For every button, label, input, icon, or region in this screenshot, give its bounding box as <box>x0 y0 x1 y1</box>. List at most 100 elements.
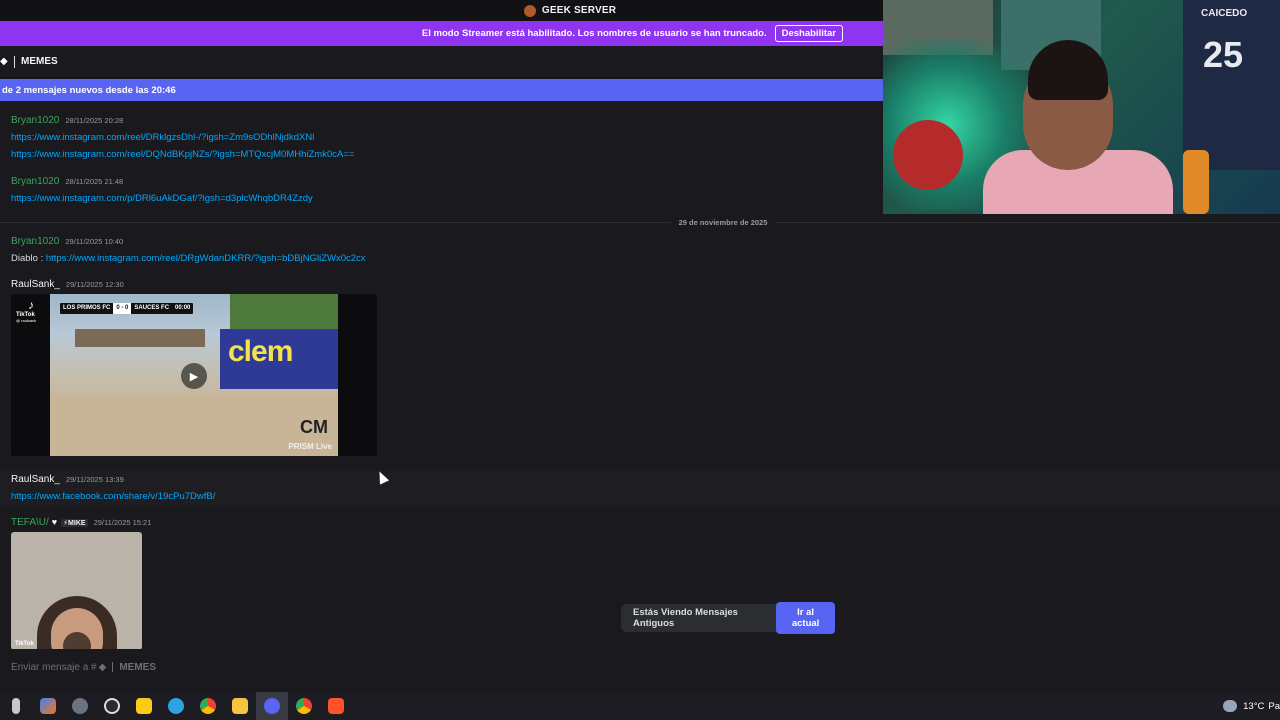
drink-bottle <box>1183 150 1209 214</box>
composer-channel: MEMES <box>119 661 156 673</box>
message-text: Diablo : <box>11 253 44 264</box>
server-name: GEEK SERVER <box>541 5 617 16</box>
taskbar-app-chrome-2[interactable] <box>288 692 320 720</box>
taskbar-app-discord[interactable] <box>256 692 288 720</box>
telegram-icon <box>168 698 184 714</box>
channel-icon: ◆ <box>98 661 107 673</box>
message-author[interactable]: RaulSank_ <box>11 474 60 485</box>
team-away: SAUCES FC <box>134 305 170 311</box>
jersey-number: 25 <box>1203 34 1244 75</box>
webcam-overlay: CAICEDO 25 <box>883 0 1280 214</box>
play-icon[interactable]: ▶ <box>181 363 207 389</box>
message-author[interactable]: Bryan1020 <box>11 236 59 247</box>
channel-header: ◆ MEMES <box>0 46 883 78</box>
user-badge: ⚡MIKE <box>61 519 88 527</box>
viewing-old-messages-text: Estás Viendo Mensajes Antiguos <box>633 607 738 629</box>
message-author[interactable]: Bryan1020 <box>11 115 59 126</box>
video-embed[interactable]: ♪ TikTok @ raulsank clem LOS PRIMOS FC 0… <box>11 294 377 456</box>
team-home: LOS PRIMOS FC <box>63 305 111 311</box>
tiktok-handle: @ raulsank <box>16 318 37 323</box>
message-timestamp: 29/11/2025 10:40 <box>65 237 124 246</box>
video-frame[interactable]: clem LOS PRIMOS FC 0 - 0 SAUCES FC 00:00… <box>50 294 338 456</box>
message-timestamp: 29/11/2025 13:39 <box>65 475 124 484</box>
video-embed[interactable]: TikTok <box>11 532 142 649</box>
message-link[interactable]: https://www.instagram.com/reel/DRgWdanDK… <box>46 253 366 264</box>
jersey-on-wall: CAICEDO 25 <box>1183 0 1280 170</box>
composer-divider <box>112 662 114 672</box>
jump-to-present-button[interactable]: Ir al actual <box>776 602 835 634</box>
streamer-mode-banner: El modo Streamer está habilitado. Los no… <box>0 21 883 46</box>
message: RaulSank_ 29/11/2025 12:30 <box>11 279 124 293</box>
match-clock: 00:00 <box>175 305 191 311</box>
message-author[interactable]: TEFA\U/ <box>11 517 49 528</box>
message: Bryan1020 28/11/2025 21:48 https://www.i… <box>11 176 313 207</box>
tiktok-icon: ♪ <box>28 298 34 312</box>
message: TEFA\U/ ♥ ⚡MIKE 29/11/2025 15:21 <box>11 517 151 531</box>
date-divider-label: 29 de noviembre de 2025 <box>670 217 776 227</box>
date-divider: 29 de noviembre de 2025 <box>0 215 1280 229</box>
streamer-mode-message: El modo Streamer está habilitado. Los no… <box>421 28 767 39</box>
channel-icon: ◆ <box>0 55 8 67</box>
taskbar-app-obs[interactable] <box>96 692 128 720</box>
score: 0 - 0 <box>113 303 132 314</box>
chrome-icon <box>296 698 312 714</box>
jump-to-present-bar: Estás Viendo Mensajes Antiguos Ir al act… <box>621 602 835 634</box>
prism-watermark: PRISM Live <box>288 442 332 451</box>
message-author[interactable]: RaulSank_ <box>11 279 60 290</box>
message-timestamp: 29/11/2025 15:21 <box>93 518 152 527</box>
wall-banner: clem <box>220 329 338 389</box>
obs-icon <box>104 698 120 714</box>
channel-name: MEMES <box>21 56 58 67</box>
taskbar-app-chrome[interactable] <box>192 692 224 720</box>
message: Bryan1020 28/11/2025 20:28 https://www.i… <box>11 115 354 163</box>
composer-placeholder: Enviar mensaje a # <box>11 661 97 673</box>
message-link[interactable]: https://www.instagram.com/reel/DRklgzsDh… <box>11 129 354 146</box>
folder-icon <box>232 698 248 714</box>
new-messages-text: de 2 mensajes nuevos desde las 20:46 <box>2 84 176 96</box>
message-timestamp: 28/11/2025 21:48 <box>65 177 124 186</box>
weather-summary: Pa <box>1268 700 1280 712</box>
taskbar-app-settings[interactable] <box>64 692 96 720</box>
weather-temp: 13°C <box>1243 700 1265 712</box>
trees <box>230 294 338 329</box>
taskbar-app-copilot[interactable] <box>32 692 64 720</box>
message-link[interactable]: https://www.instagram.com/reel/DQNdBKpjN… <box>11 146 354 163</box>
heart-icon: ♥ <box>51 517 58 527</box>
message-author[interactable]: Bryan1020 <box>11 176 59 187</box>
start-button[interactable] <box>0 692 32 720</box>
message-content: Diablo : https://www.instagram.com/reel/… <box>11 250 366 267</box>
kiosk-roof <box>75 329 205 347</box>
weather-widget[interactable]: 13°C Pa <box>1223 692 1280 720</box>
brave-icon <box>328 698 344 714</box>
message-composer[interactable]: Enviar mensaje a # ◆ MEMES <box>0 652 1280 682</box>
tiktok-badge: ♪ TikTok @ raulsank <box>16 298 46 323</box>
header-divider <box>14 55 15 68</box>
taskbar-app-notes[interactable] <box>128 692 160 720</box>
disable-streamer-button[interactable]: Deshabilitar <box>774 25 843 42</box>
taskbar-app-explorer[interactable] <box>224 692 256 720</box>
tiktok-label: TikTok <box>15 641 34 647</box>
banner-text: clem <box>228 335 293 368</box>
message-timestamp: 29/11/2025 12:30 <box>65 280 124 289</box>
chrome-icon <box>200 698 216 714</box>
taskbar: 13°C Pa <box>0 692 1280 720</box>
start-icon <box>12 698 20 714</box>
message-link[interactable]: https://www.instagram.com/p/DRl6uAkDGaf/… <box>11 190 313 207</box>
new-messages-bar[interactable]: de 2 mensajes nuevos desde las 20:46 <box>0 79 883 101</box>
server-icon <box>523 4 536 17</box>
taskbar-app-telegram[interactable] <box>160 692 192 720</box>
taskbar-app-brave[interactable] <box>320 692 352 720</box>
spiderman-figure <box>893 120 963 190</box>
weather-icon <box>1223 700 1238 712</box>
cm-logo: CM <box>300 417 328 437</box>
message: RaulSank_ 29/11/2025 13:39 https://www.f… <box>11 474 215 505</box>
message: Bryan1020 29/11/2025 10:40 Diablo : http… <box>11 236 366 267</box>
settings-icon <box>72 698 88 714</box>
copilot-icon <box>40 698 56 714</box>
message-link[interactable]: https://www.facebook.com/share/v/19cPu7D… <box>11 488 215 505</box>
jersey-name: CAICEDO <box>1201 8 1248 19</box>
scoreboard: LOS PRIMOS FC 0 - 0 SAUCES FC 00:00 <box>60 303 194 314</box>
message-timestamp: 28/11/2025 20:28 <box>65 116 124 125</box>
notes-icon <box>136 698 152 714</box>
discord-icon <box>264 698 280 714</box>
